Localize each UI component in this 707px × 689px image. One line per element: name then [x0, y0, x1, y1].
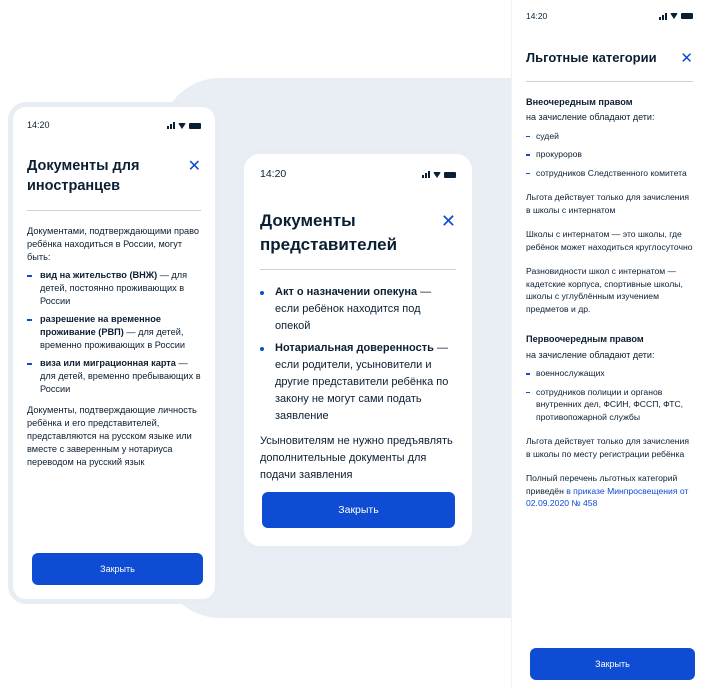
signal-icon: [167, 122, 175, 129]
document-list: вид на жительство (ВНЖ) — для детей, пос…: [27, 269, 201, 396]
wifi-icon: [433, 171, 441, 178]
intro-text: Документами, подтверждающими право ребён…: [27, 226, 200, 262]
list-item: военнослужащих: [526, 367, 693, 380]
status-time: 14:20: [526, 11, 548, 21]
section-title: Внеочередным правом: [526, 96, 633, 107]
status-bar: 14:20: [27, 119, 201, 132]
list-item: Акт о назначении опекуна — если ребёнок …: [260, 284, 456, 335]
phone-representatives-documents: 14:20 Документы представителей ✕ Акт о н…: [238, 148, 478, 552]
outro-text: Документы, подтверждающие личность ребён…: [27, 405, 197, 467]
category-list: судей прокуроров сотрудников Следственно…: [526, 130, 693, 180]
close-icon[interactable]: ✕: [680, 51, 693, 66]
section-subtitle: на зачисление обладают дети:: [526, 349, 655, 360]
outro-text: Усыновителям не нужно предъявлять дополн…: [260, 435, 453, 481]
list-item: судей: [526, 130, 693, 143]
modal-title: Документы представителей: [260, 211, 398, 254]
modal-title: Документы для иностранцев: [27, 158, 140, 194]
close-button[interactable]: Закрыть: [530, 648, 695, 680]
signal-icon: [422, 171, 430, 178]
status-time: 14:20: [260, 168, 287, 180]
info-text: Полный перечень льготных категорий приве…: [526, 473, 689, 508]
wifi-icon: [670, 13, 678, 20]
status-bar: 14:20: [526, 10, 693, 23]
info-text: Льгота действует только для зачисления в…: [526, 192, 689, 215]
category-list: военнослужащих сотрудников полиции и орг…: [526, 367, 693, 423]
battery-icon: [444, 171, 456, 178]
status-bar: 14:20: [260, 166, 456, 183]
phone-privileged-categories: 14:20 Льготные категории ✕ Внеочередным …: [512, 0, 707, 689]
section-subtitle: на зачисление обладают дети:: [526, 112, 655, 122]
list-item: сотрудников Следственного комитета: [526, 167, 693, 180]
signal-icon: [659, 12, 667, 20]
divider: [260, 269, 456, 270]
phone-foreigners-documents: 14:20 Документы для иностранцев ✕ Докуме…: [8, 102, 220, 604]
battery-icon: [681, 13, 693, 20]
info-text: Школы с интернатом — это школы, где ребё…: [526, 229, 693, 252]
close-icon[interactable]: ✕: [188, 159, 201, 175]
battery-icon: [189, 122, 201, 129]
divider: [526, 80, 693, 82]
list-item: виза или миграционная карта — для детей,…: [27, 357, 201, 396]
list-item: Нотариальная доверенность — если родител…: [260, 340, 456, 425]
modal-title: Льготные категории: [526, 49, 657, 65]
close-icon[interactable]: ✕: [441, 212, 456, 230]
list-item: прокуроров: [526, 148, 693, 161]
list-item: сотрудников полиции и органов внутренних…: [526, 386, 693, 424]
info-text: Льгота действует только для зачисления в…: [526, 436, 689, 459]
document-list: Акт о назначении опекуна — если ребёнок …: [260, 284, 456, 425]
wifi-icon: [178, 122, 186, 129]
close-button[interactable]: Закрыть: [262, 492, 455, 528]
info-text: Разновидности школ с интернатом — кадетс…: [526, 266, 683, 314]
list-item: вид на жительство (ВНЖ) — для детей, пос…: [27, 269, 201, 308]
section-title: Первоочередным правом: [526, 334, 644, 344]
list-item: разрешение на временное проживание (РВП)…: [27, 313, 201, 352]
status-time: 14:20: [27, 120, 50, 130]
divider: [27, 210, 201, 211]
close-button[interactable]: Закрыть: [32, 553, 203, 585]
